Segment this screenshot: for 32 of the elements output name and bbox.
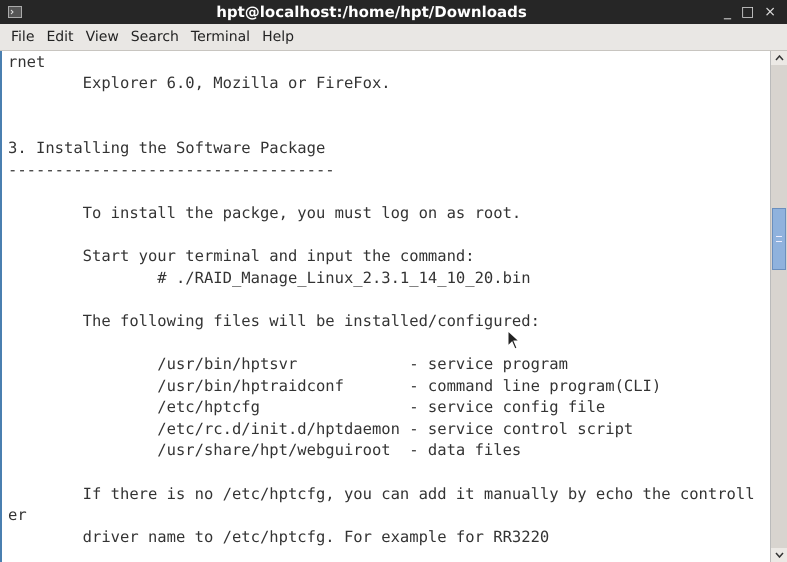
menu-item[interactable]: File [6,27,40,47]
terminal-icon [8,6,22,18]
terminal-line: driver name to /etc/hptcfg. For example for RR3220 [82,528,550,546]
scroll-up-icon[interactable] [774,55,784,61]
menu-item[interactable]: Terminal [186,27,256,47]
terminal-line: ----------------------------------- [8,160,335,179]
terminal-line: 3. Installing the Software Package [8,139,326,158]
terminal-line: Explorer 6.0, Mozilla or FireFox. [82,74,391,92]
menu-item[interactable]: Edit [41,27,79,47]
terminal-line: /usr/bin/hptraidconf - command line program(CLI) [156,376,662,395]
mouse-cursor-icon [507,330,521,350]
terminal-line: # ./RAID_Manage_Linux_2.3.1_14_10_20.bin [156,268,531,287]
terminal-line: er [8,506,27,524]
scrollbar[interactable] [770,51,787,562]
menu-item[interactable]: Help [257,27,299,47]
scroll-down-icon[interactable] [774,552,784,558]
terminal-line: Start your terminal and input the command: [82,247,475,266]
window-title: hpt@localhost:/home/hpt/Downloads [215,3,528,21]
menu-item[interactable]: Search [126,27,184,47]
terminal-line: /etc/hptcfg - service config file [156,398,606,416]
terminal-line: /usr/bin/hptsvr - service program [156,355,568,374]
window-control-button[interactable]: × [761,4,779,20]
menu-item[interactable]: View [80,27,124,47]
terminal-line: The following files will be installed/configured: [82,312,540,330]
window-control-button[interactable]: _ [721,4,734,20]
scroll-thumb[interactable] [772,208,786,270]
terminal-line: /usr/share/hpt/webguiroot - data files [156,441,522,460]
terminal-line: To install the packge, you must log on as root. [82,204,522,222]
terminal-line: /etc/rc.d/init.d/hptdaemon - service control script [156,420,634,438]
terminal-line: rnet [8,52,46,71]
window-control-button[interactable]: □ [738,4,758,20]
terminal-line: If there is no /etc/hptcfg, you can add it manually by echo the controll [82,484,755,503]
